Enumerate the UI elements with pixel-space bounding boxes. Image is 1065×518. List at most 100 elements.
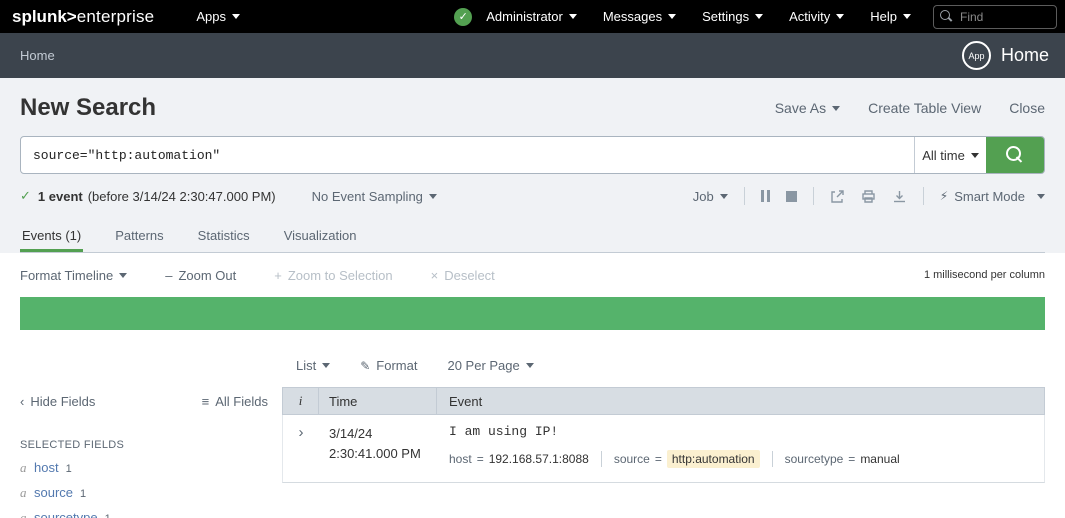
field-value[interactable]: manual	[860, 452, 899, 466]
field-name[interactable]: source	[34, 485, 73, 500]
column-header-time[interactable]: Time	[319, 388, 437, 414]
chevron-down-icon	[832, 106, 840, 111]
tab-visualization[interactable]: Visualization	[282, 222, 359, 252]
help-menu[interactable]: Help	[870, 9, 911, 24]
close-label: Close	[1009, 100, 1045, 116]
zoom-to-selection-label: Zoom to Selection	[288, 268, 393, 283]
administrator-menu[interactable]: Administrator	[486, 9, 577, 24]
format-results-button[interactable]: ✎ Format	[360, 358, 417, 373]
search-icon	[940, 10, 954, 24]
tab-patterns[interactable]: Patterns	[113, 222, 165, 252]
event-time-cell: 3/14/24 2:30:41.000 PM	[319, 424, 437, 464]
event-date: 3/14/24	[329, 424, 437, 444]
job-controls: Job ⚡ Smart Mode	[693, 187, 1045, 205]
field-key: host	[449, 452, 472, 466]
job-menu[interactable]: Job	[693, 189, 728, 204]
per-page-label: 20 Per Page	[447, 358, 519, 373]
zoom-out-button[interactable]: – Zoom Out	[165, 268, 236, 283]
messages-menu[interactable]: Messages	[603, 9, 676, 24]
app-badge-icon[interactable]: App	[962, 41, 991, 70]
create-table-view-button[interactable]: Create Table View	[868, 100, 981, 116]
apps-menu[interactable]: Apps	[196, 9, 240, 24]
close-button[interactable]: Close	[1009, 100, 1045, 116]
zoom-to-selection-button[interactable]: + Zoom to Selection	[274, 268, 392, 283]
field-item-source[interactable]: a source 1	[20, 485, 268, 501]
search-icon	[1006, 146, 1024, 164]
time-range-picker[interactable]: All time	[914, 137, 986, 173]
column-header-info[interactable]: i	[283, 388, 319, 414]
print-icon[interactable]	[861, 189, 876, 204]
equals-sign: =	[477, 452, 484, 466]
fields-sidebar-header: ‹ Hide Fields ≡ All Fields	[20, 387, 268, 415]
expand-event-chevron-icon[interactable]: ›	[283, 424, 319, 442]
chevron-down-icon	[322, 363, 330, 368]
search-mode-label: Smart Mode	[954, 189, 1025, 204]
save-as-label: Save As	[775, 100, 826, 116]
chevron-down-icon	[429, 194, 437, 199]
search-query-input[interactable]	[21, 137, 914, 173]
tab-events[interactable]: Events (1)	[20, 222, 83, 252]
divider	[813, 187, 814, 205]
divider	[744, 187, 745, 205]
chevron-down-icon	[755, 14, 763, 19]
app-bar-right: App Home	[962, 41, 1049, 70]
list-view-label: List	[296, 358, 316, 373]
activity-menu[interactable]: Activity	[789, 9, 844, 24]
event-sampling-menu[interactable]: No Event Sampling	[312, 189, 437, 204]
format-timeline-menu[interactable]: Format Timeline	[20, 268, 127, 283]
event-sampling-label: No Event Sampling	[312, 189, 423, 204]
settings-menu[interactable]: Settings	[702, 9, 763, 24]
save-as-button[interactable]: Save As	[775, 100, 840, 116]
pencil-icon: ✎	[360, 359, 370, 373]
field-item-host[interactable]: a host 1	[20, 460, 268, 476]
hide-fields-button[interactable]: ‹ Hide Fields	[20, 394, 95, 409]
job-done-check-icon: ✓	[20, 188, 31, 204]
list-view-menu[interactable]: List	[296, 358, 330, 373]
timeline-controls: Format Timeline – Zoom Out + Zoom to Sel…	[20, 253, 1045, 297]
create-table-view-label: Create Table View	[868, 100, 981, 116]
time-range-label: All time	[922, 148, 965, 163]
per-page-menu[interactable]: 20 Per Page	[447, 358, 533, 373]
share-icon[interactable]	[830, 189, 845, 204]
event-timestamp: 2:30:41.000 PM	[329, 444, 437, 464]
find-input[interactable]	[960, 10, 1050, 24]
status-check-icon[interactable]: ✓	[454, 8, 472, 26]
field-name[interactable]: host	[34, 460, 59, 475]
equals-sign: =	[848, 452, 855, 466]
all-fields-button[interactable]: ≡ All Fields	[202, 394, 268, 409]
breadcrumb-home[interactable]: Home	[20, 48, 55, 63]
splunk-logo[interactable]: splunk>enterprise	[12, 7, 154, 27]
event-cell: I am using IP! host = 192.168.57.1:8088 …	[437, 424, 1044, 468]
export-download-icon[interactable]	[892, 189, 907, 204]
apps-menu-label: Apps	[196, 9, 226, 24]
field-key: source	[614, 452, 650, 466]
field-key: sourcetype	[785, 452, 844, 466]
main-content: New Search Save As Create Table View Clo…	[0, 94, 1065, 518]
deselect-button[interactable]: × Deselect	[431, 268, 495, 283]
events-table-header: i Time Event	[282, 387, 1045, 415]
event-row: › 3/14/24 2:30:41.000 PM I am using IP! …	[282, 415, 1045, 483]
zoom-out-label: Zoom Out	[178, 268, 236, 283]
field-item-sourcetype[interactable]: a sourcetype 1	[20, 510, 268, 518]
find-search-box[interactable]	[933, 5, 1057, 29]
logo-text-main: splunk	[12, 7, 67, 26]
administrator-menu-label: Administrator	[486, 9, 563, 24]
deselect-label: Deselect	[444, 268, 495, 283]
search-mode-menu[interactable]: ⚡ Smart Mode	[940, 189, 1045, 204]
top-nav-bar: splunk>enterprise Apps ✓ Administrator M…	[0, 0, 1065, 33]
event-field-host: host = 192.168.57.1:8088	[449, 452, 589, 466]
field-name[interactable]: sourcetype	[34, 510, 98, 518]
field-value[interactable]: 192.168.57.1:8088	[489, 452, 589, 466]
field-value-highlighted[interactable]: http:automation	[667, 450, 760, 468]
pause-job-icon[interactable]	[761, 190, 770, 202]
header-actions: Save As Create Table View Close	[775, 100, 1045, 116]
stop-job-icon[interactable]	[786, 191, 797, 202]
tab-statistics[interactable]: Statistics	[196, 222, 252, 252]
format-timeline-label: Format Timeline	[20, 268, 113, 283]
timeline-histogram-bar[interactable]	[20, 297, 1045, 330]
app-title: Home	[1001, 45, 1049, 66]
list-controls: List ✎ Format 20 Per Page	[296, 358, 1045, 373]
search-submit-button[interactable]	[986, 137, 1044, 173]
divider	[923, 187, 924, 205]
raw-event-text: I am using IP!	[449, 424, 1044, 439]
